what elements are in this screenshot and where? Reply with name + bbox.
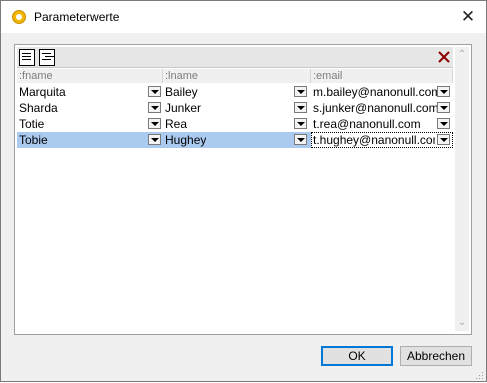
dialog-title: Parameterwerte — [34, 10, 120, 24]
parameter-grid: :fname :lname :email Marquita Bailey m.b… — [14, 44, 472, 335]
column-header-fname: :fname — [17, 69, 163, 83]
lname-cell[interactable]: Rea — [163, 116, 311, 132]
delete-icon[interactable] — [435, 48, 453, 66]
cell-text: Tobie — [19, 133, 48, 147]
fname-cell[interactable]: Sharda — [17, 100, 163, 116]
cell-text: t.rea@nanonull.com — [313, 117, 421, 131]
email-cell-focused[interactable]: t.hughey@nanonull.com — [311, 132, 453, 148]
insert-row-icon[interactable] — [38, 48, 56, 66]
column-header-lname: :lname — [163, 69, 311, 83]
dialog-window: Parameterwerte ✕ :fname:lname:email Ma… — [0, 0, 487, 382]
dropdown-arrow-icon[interactable] — [294, 102, 307, 113]
fname-cell[interactable]: Totie — [17, 116, 163, 132]
dropdown-arrow-icon[interactable] — [294, 118, 307, 129]
lname-cell[interactable]: Junker — [163, 100, 311, 116]
cell-text: m.bailey@nanonull.com — [313, 85, 437, 99]
cell-text: Marquita — [19, 85, 66, 99]
cell-text: Rea — [165, 117, 188, 131]
scroll-up-icon[interactable]: ⌃ — [455, 49, 469, 61]
email-cell[interactable]: s.junker@nanonull.com — [311, 100, 453, 116]
lname-cell[interactable]: Hughey — [163, 132, 311, 148]
dropdown-arrow-icon[interactable] — [437, 134, 450, 145]
resize-grip-icon[interactable] — [474, 369, 484, 379]
cell-text: s.junker@nanonull.com — [313, 101, 437, 115]
cell-text: Junker — [165, 101, 202, 115]
email-cell[interactable]: m.bailey@nanonull.com — [311, 84, 453, 100]
dropdown-arrow-icon[interactable] — [294, 134, 307, 145]
lname-cell[interactable]: Bailey — [163, 84, 311, 100]
cancel-button[interactable]: Abbrechen — [400, 346, 472, 366]
app-icon — [12, 10, 26, 24]
dropdown-arrow-icon[interactable] — [148, 102, 161, 113]
email-cell[interactable]: t.rea@nanonull.com — [311, 116, 453, 132]
dropdown-arrow-icon[interactable] — [437, 118, 450, 129]
dropdown-arrow-icon[interactable] — [437, 86, 450, 97]
ok-button[interactable]: OK — [321, 346, 393, 366]
cell-text: Hughey — [165, 133, 207, 147]
cell-text: t.hughey@nanonull.com — [313, 133, 435, 147]
dropdown-arrow-icon[interactable] — [148, 118, 161, 129]
close-icon[interactable]: ✕ — [453, 5, 483, 29]
cell-text: Bailey — [165, 85, 198, 99]
dropdown-arrow-icon[interactable] — [148, 134, 161, 145]
cell-text: Totie — [19, 117, 45, 131]
grid-toolbar — [17, 47, 453, 68]
add-row-icon[interactable] — [18, 48, 36, 66]
title-bar[interactable]: Parameterwerte ✕ — [1, 1, 486, 33]
vertical-scrollbar[interactable]: ⌃ ⌄ — [455, 47, 469, 331]
dropdown-arrow-icon[interactable] — [294, 86, 307, 97]
scroll-down-icon[interactable]: ⌄ — [455, 317, 469, 329]
dropdown-arrow-icon[interactable] — [437, 102, 450, 113]
fname-cell[interactable]: Tobie — [17, 132, 163, 148]
column-header-email: :email — [311, 69, 453, 83]
fname-cell[interactable]: Marquita — [17, 84, 163, 100]
dropdown-arrow-icon[interactable] — [148, 86, 161, 97]
cell-text: Sharda — [19, 101, 58, 115]
